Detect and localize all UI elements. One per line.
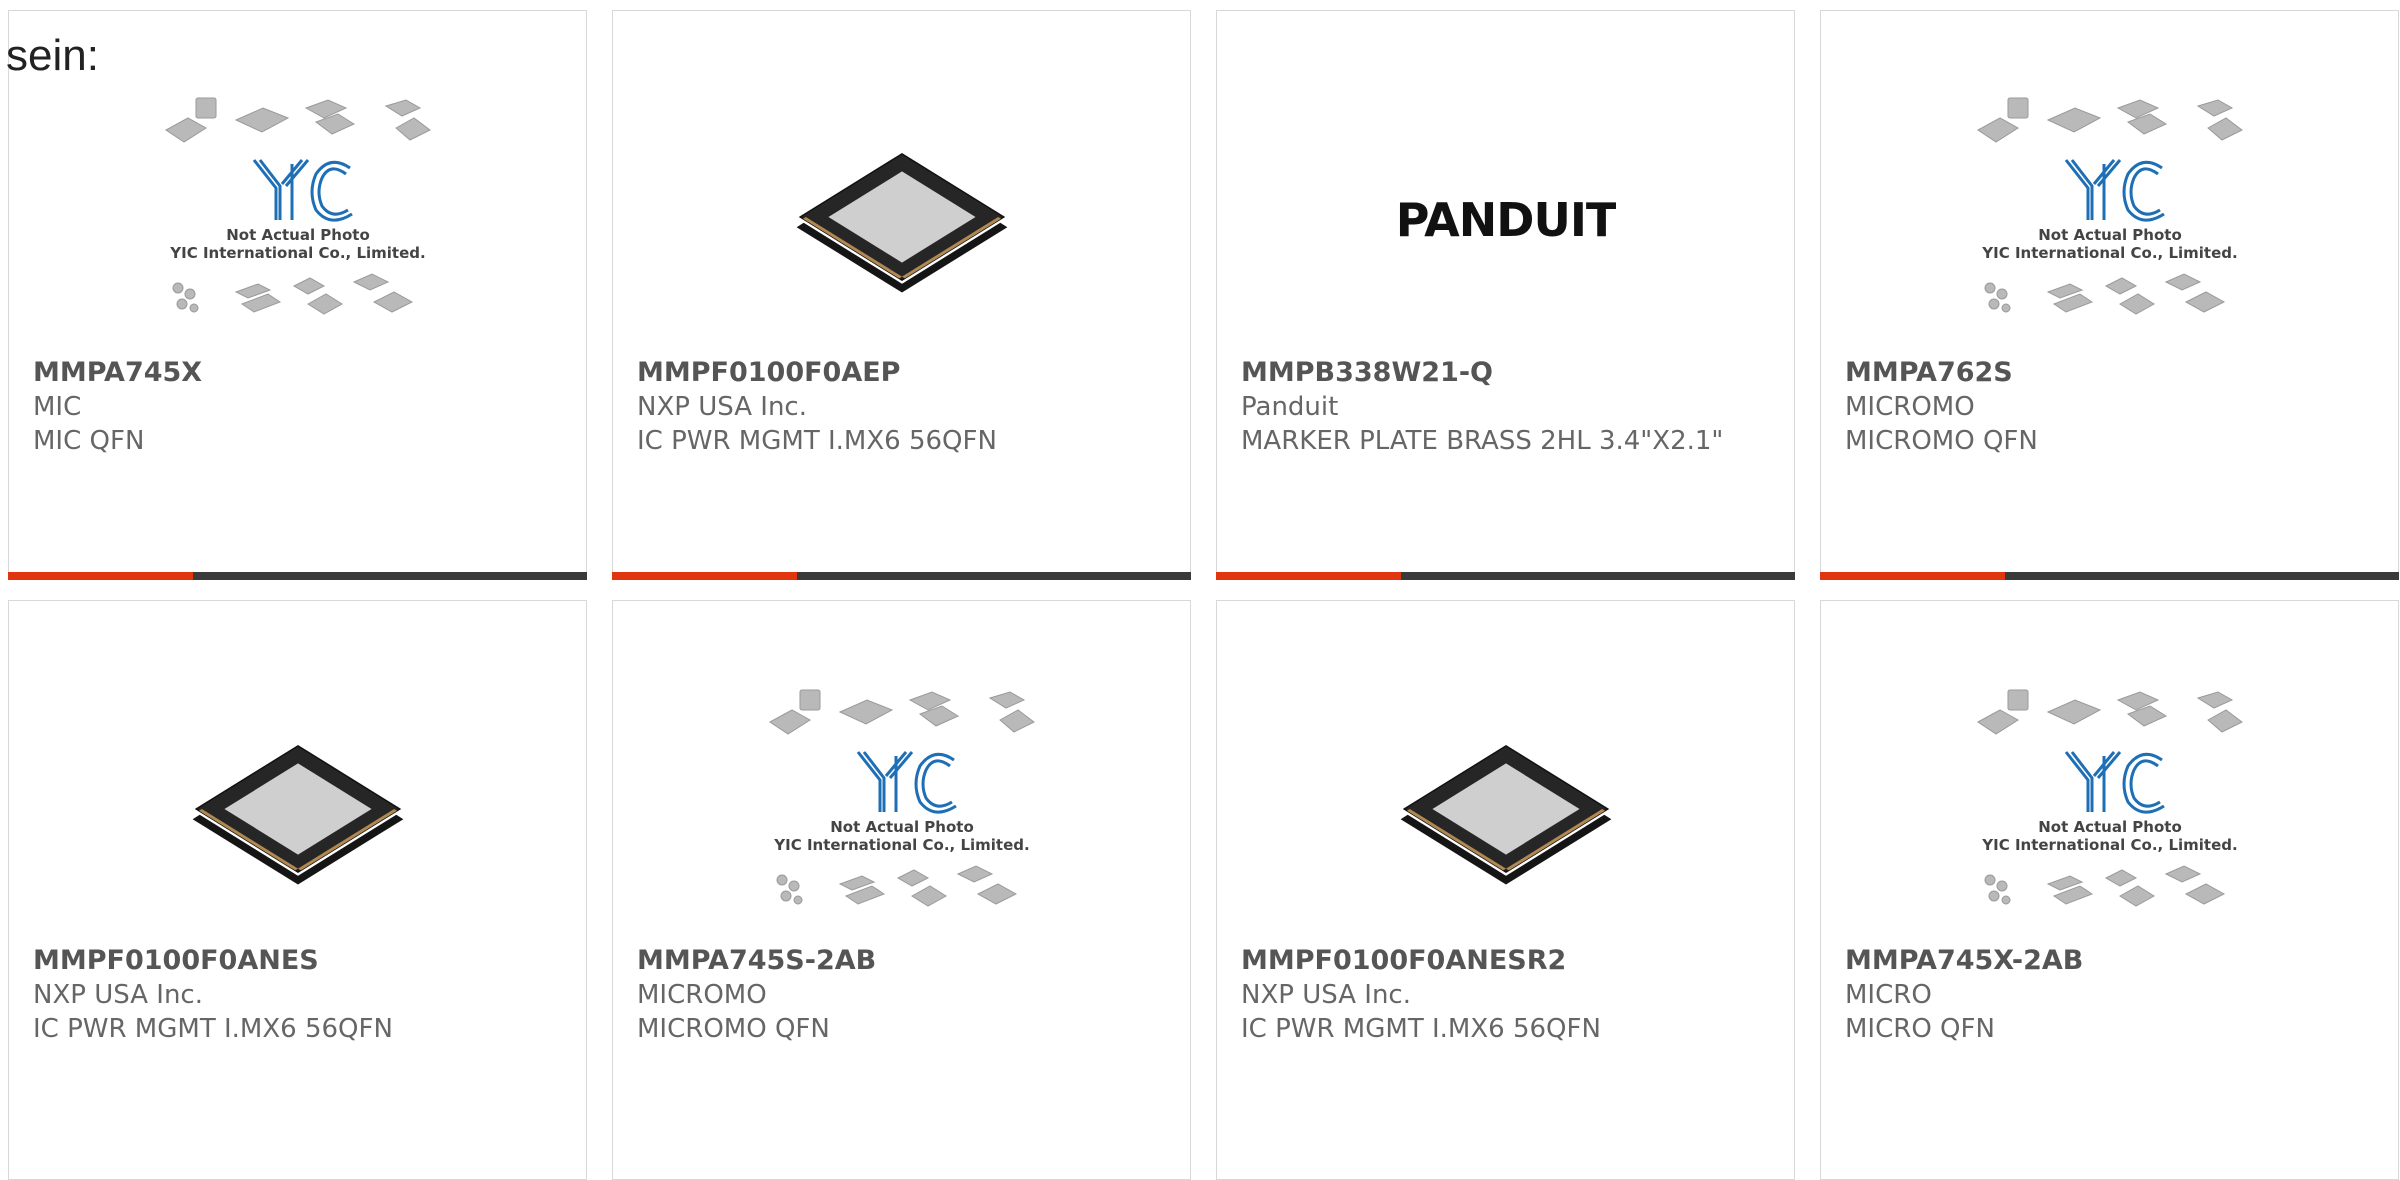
product-part-number[interactable]: MMPA745X (33, 356, 562, 390)
placeholder-line2: YIC International Co., Limited. (169, 244, 425, 262)
product-info: MMPF0100F0AEP NXP USA Inc. IC PWR MGMT I.M… (637, 356, 1166, 458)
product-card[interactable]: MMPF0100F0AEP NXP USA Inc. IC PWR MGMT I.M… (612, 10, 1191, 580)
product-manufacturer: Panduit (1241, 392, 1339, 422)
placeholder-image: Not Actual Photo YIC International Co., … (1976, 689, 2243, 907)
product-part-number[interactable]: MMPF0100F0AEP (637, 356, 1166, 390)
product-image[interactable]: Not Actual Photo YIC International Co., … (1821, 681, 2398, 946)
product-info: MMPA762S MICROMO MICROMO QFN (1845, 356, 2374, 458)
product-card[interactable]: Not Actual Photo YIC International Co., … (1820, 600, 2399, 1180)
product-card[interactable]: PANDUIT MMPB338W21-Q Panduit MARKER PLATE … (1216, 10, 1795, 580)
product-card[interactable]: MMPF0100F0ANESR2 NXP USA Inc. IC PWR MGMT … (1216, 600, 1795, 1180)
product-card[interactable]: Not Actual Photo YIC International Co., … (1820, 10, 2399, 580)
product-description: MICROMO QFN (1845, 426, 2038, 456)
product-card[interactable]: Not Actual Photo YIC International Co., … (8, 10, 587, 580)
product-description: MICROMO QFN (637, 1014, 830, 1044)
product-manufacturer: NXP USA Inc. (1241, 980, 1411, 1010)
product-description: MIC QFN (33, 426, 145, 456)
placeholder-line2: YIC International Co., Limited. (773, 836, 1029, 854)
product-description: IC PWR MGMT I.MX6 56QFN (637, 426, 997, 456)
product-description: IC PWR MGMT I.MX6 56QFN (1241, 1014, 1601, 1044)
product-part-number[interactable]: MMPA762S (1845, 356, 2374, 390)
product-manufacturer: MICROMO (1845, 392, 1975, 422)
product-manufacturer: NXP USA Inc. (637, 392, 807, 422)
placeholder-image: Not Actual Photo YIC International Co., … (164, 97, 431, 315)
product-part-number[interactable]: MMPA745S-2AB (637, 944, 1166, 978)
placeholder-line1: Not Actual Photo (830, 818, 974, 836)
card-accent-highlight (8, 572, 193, 580)
product-description: IC PWR MGMT I.MX6 56QFN (33, 1014, 393, 1044)
placeholder-line1: Not Actual Photo (226, 226, 370, 244)
card-accent-highlight (1216, 572, 1401, 580)
qfn-chip-image (791, 116, 1012, 327)
product-info: MMPA745X-2AB MICRO MICRO QFN (1845, 944, 2374, 1046)
panduit-logo-image: PANDUIT (1396, 193, 1616, 247)
product-image[interactable] (1217, 681, 1794, 946)
product-card[interactable]: Not Actual Photo YIC International Co., … (612, 600, 1191, 1180)
product-description: MICRO QFN (1845, 1014, 1995, 1044)
placeholder-image: Not Actual Photo YIC International Co., … (1976, 97, 2243, 315)
card-accent-highlight (612, 572, 797, 580)
card-accent-bar (8, 572, 587, 580)
product-info: MMPA745X MIC MIC QFN (33, 356, 562, 458)
placeholder-line1: Not Actual Photo (2038, 226, 2182, 244)
section-label: sein: (6, 31, 99, 80)
qfn-chip-image (1395, 708, 1616, 919)
product-info: MMPA745S-2AB MICROMO MICROMO QFN (637, 944, 1166, 1046)
card-accent-bar (1216, 572, 1795, 580)
product-image[interactable]: Not Actual Photo YIC International Co., … (613, 681, 1190, 946)
product-image[interactable] (613, 89, 1190, 354)
card-accent-highlight (1820, 572, 2005, 580)
product-image[interactable]: Not Actual Photo YIC International Co., … (9, 89, 586, 354)
product-manufacturer: MICROMO (637, 980, 767, 1010)
product-card[interactable]: MMPF0100F0ANES NXP USA Inc. IC PWR MGMT I.… (8, 600, 587, 1180)
placeholder-image: Not Actual Photo YIC International Co., … (768, 689, 1035, 907)
product-image[interactable] (9, 681, 586, 946)
placeholder-line1: Not Actual Photo (2038, 818, 2182, 836)
card-accent-bar (1820, 572, 2399, 580)
placeholder-line2: YIC International Co., Limited. (1981, 836, 2237, 854)
product-info: MMPF0100F0ANESR2 NXP USA Inc. IC PWR MGMT … (1241, 944, 1770, 1046)
product-part-number[interactable]: MMPF0100F0ANESR2 (1241, 944, 1770, 978)
product-manufacturer: MICRO (1845, 980, 1932, 1010)
product-manufacturer: NXP USA Inc. (33, 980, 203, 1010)
product-info: MMPF0100F0ANES NXP USA Inc. IC PWR MGMT I.… (33, 944, 562, 1046)
product-part-number[interactable]: MMPF0100F0ANES (33, 944, 562, 978)
product-part-number[interactable]: MMPB338W21-Q (1241, 356, 1770, 390)
panduit-logo-text: PANDUIT (1396, 193, 1616, 247)
product-manufacturer: MIC (33, 392, 82, 422)
product-info: MMPB338W21-Q Panduit MARKER PLATE BRASS 2H… (1241, 356, 1770, 458)
card-accent-bar (612, 572, 1191, 580)
qfn-chip-image (187, 708, 408, 919)
product-part-number[interactable]: MMPA745X-2AB (1845, 944, 2374, 978)
product-image[interactable]: PANDUIT (1217, 89, 1794, 354)
product-description: MARKER PLATE BRASS 2HL 3.4"X2.1" (1241, 426, 1724, 456)
product-image[interactable]: Not Actual Photo YIC International Co., … (1821, 89, 2398, 354)
placeholder-line2: YIC International Co., Limited. (1981, 244, 2237, 262)
